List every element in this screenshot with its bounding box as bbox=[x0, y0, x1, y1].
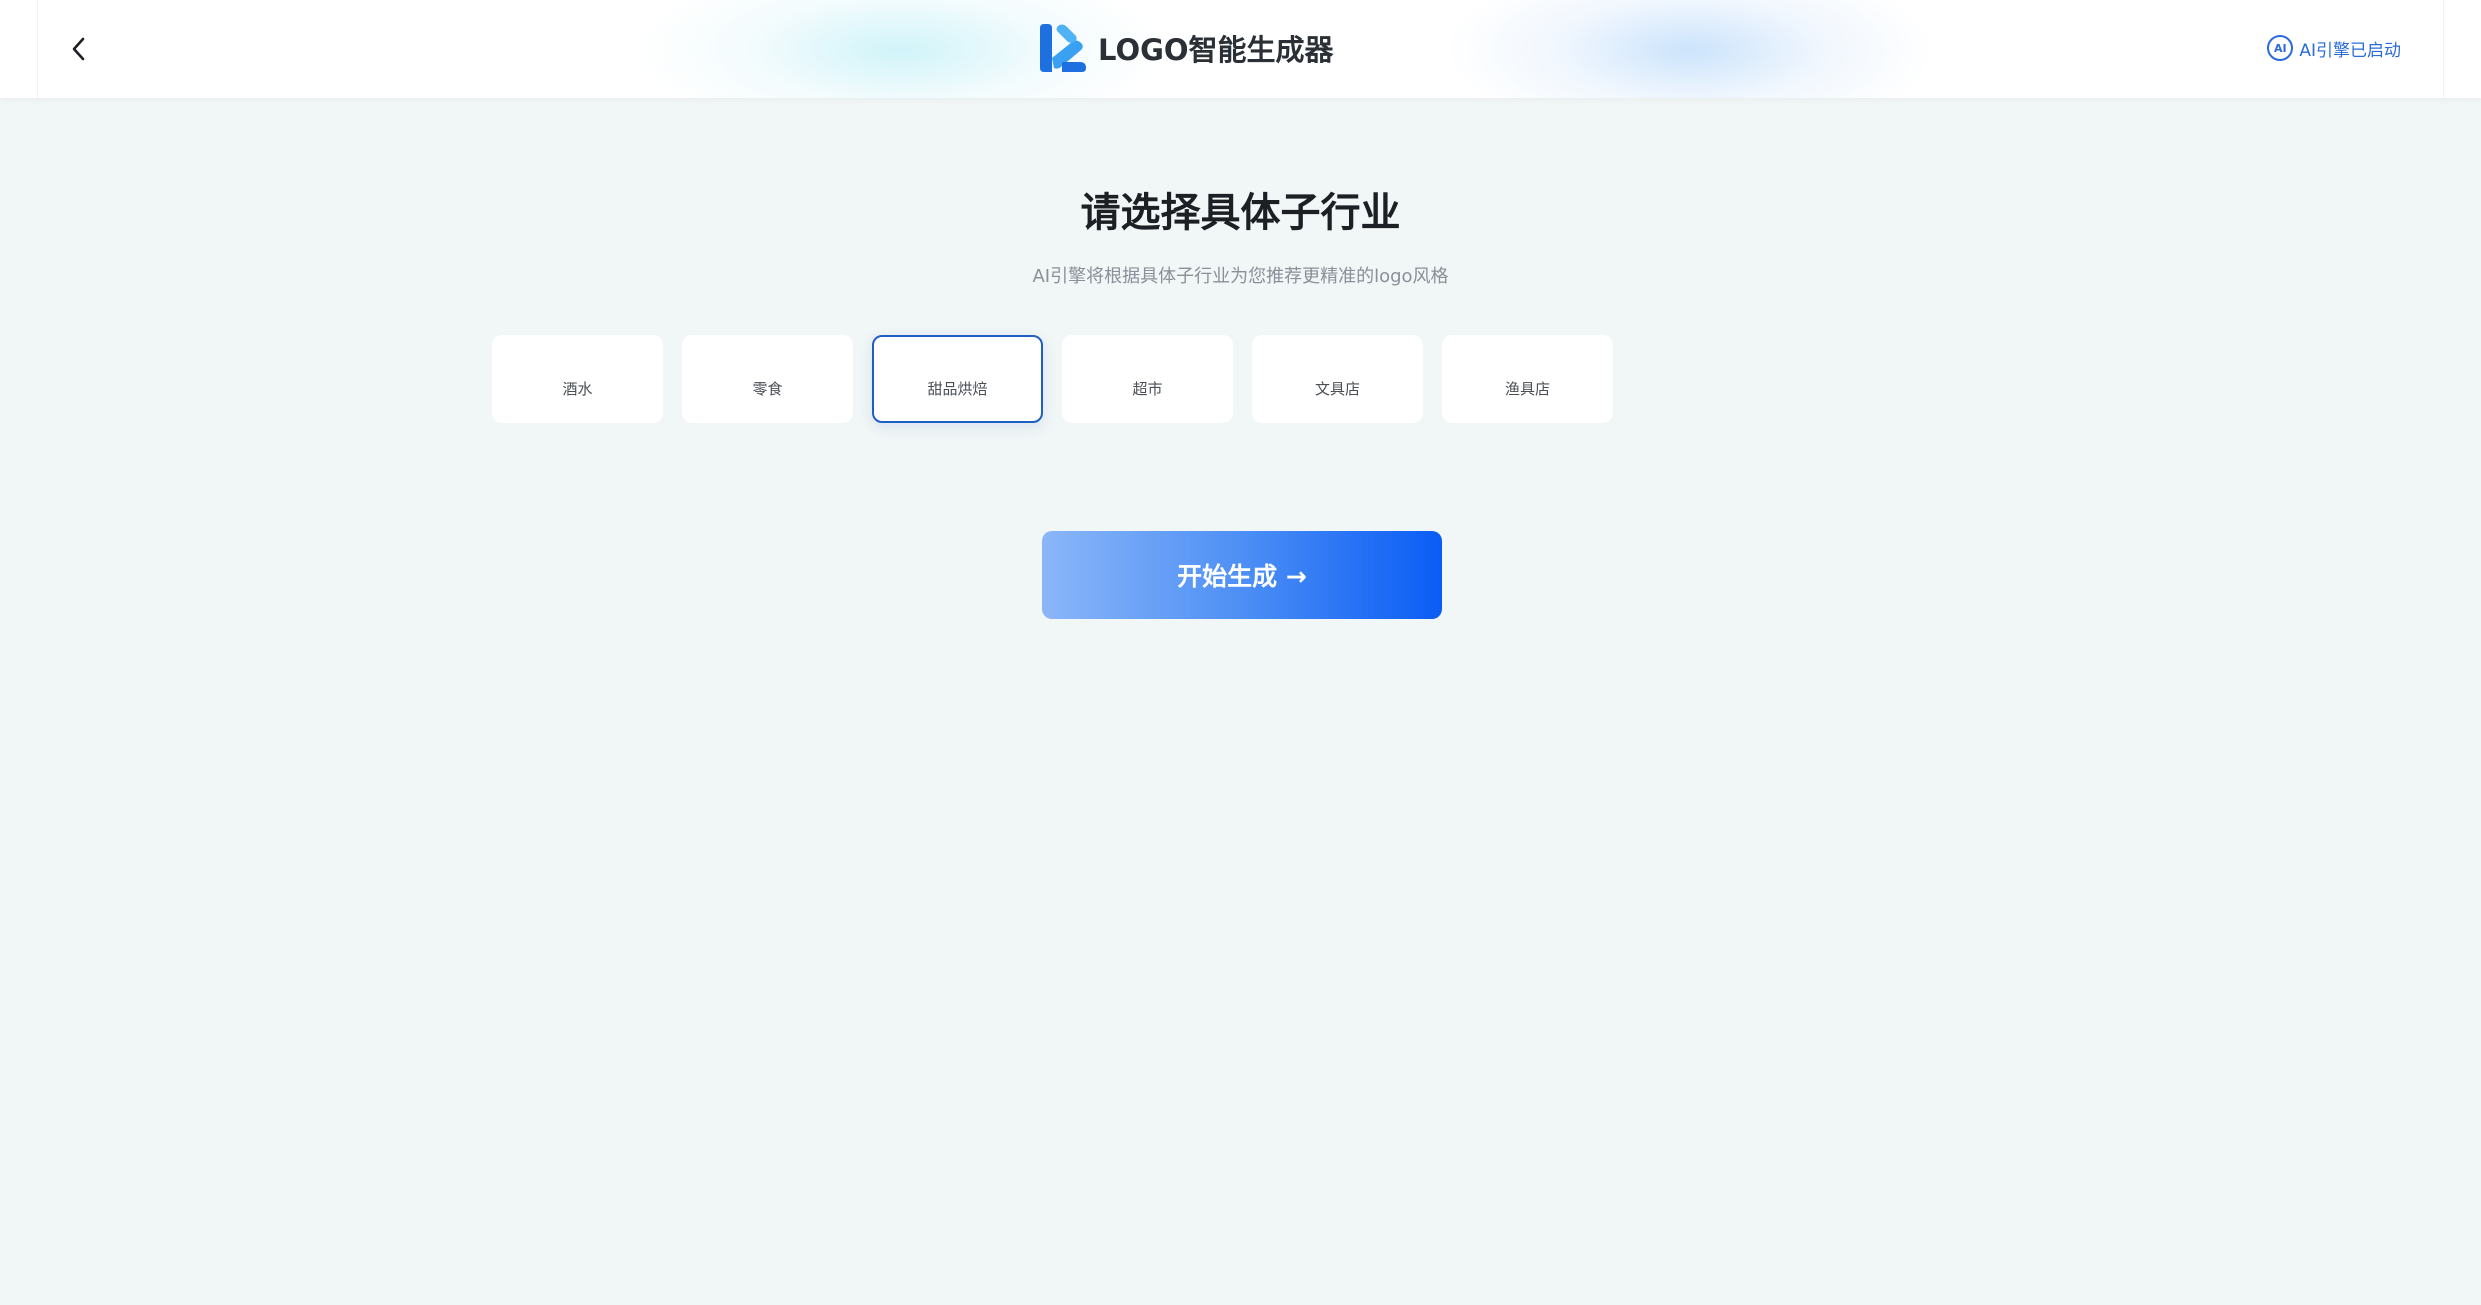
top-bar: LOGO智能生成器 AI AI引擎已启动 bbox=[0, 0, 2481, 98]
option-label: 酒水 bbox=[562, 379, 593, 398]
page-title: 请选择具体子行业 bbox=[1080, 190, 1401, 236]
header-glow-right bbox=[1450, 0, 1930, 98]
option-card[interactable]: 酒水 bbox=[492, 335, 663, 423]
logo-mark-icon bbox=[1040, 24, 1086, 72]
start-generate-button[interactable]: 开始生成 → bbox=[1042, 531, 1442, 619]
option-label: 超市 bbox=[1132, 379, 1163, 398]
chevron-left-icon bbox=[72, 37, 85, 61]
option-card-selected[interactable]: 甜品烘焙 bbox=[872, 335, 1043, 423]
ai-status-label: AI引擎已启动 bbox=[2299, 40, 2401, 61]
option-label: 文具店 bbox=[1314, 379, 1360, 398]
option-label: 渔具店 bbox=[1504, 379, 1550, 398]
page-subtitle: AI引擎将根据具体子行业为您推荐更精准的logo风格 bbox=[1032, 266, 1449, 287]
option-label: 零食 bbox=[752, 379, 783, 398]
option-card[interactable]: 超市 bbox=[1062, 335, 1233, 423]
sub-industry-options: 酒水 零食 甜品烘焙 超市 文具店 渔具店 bbox=[492, 335, 1613, 423]
option-card[interactable]: 零食 bbox=[682, 335, 853, 423]
option-card[interactable]: 文具店 bbox=[1252, 335, 1423, 423]
header-divider-left bbox=[37, 0, 38, 98]
option-card[interactable]: 渔具店 bbox=[1442, 335, 1613, 423]
ai-engine-status[interactable]: AI AI引擎已启动 bbox=[2267, 33, 2401, 63]
back-button[interactable] bbox=[62, 30, 96, 68]
ai-badge-icon: AI bbox=[2267, 35, 2294, 61]
option-label: 甜品烘焙 bbox=[927, 379, 988, 398]
brand-logo: LOGO智能生成器 bbox=[1036, 20, 1334, 76]
header-divider-right bbox=[2443, 0, 2444, 98]
brand-name: LOGO智能生成器 bbox=[1098, 33, 1334, 67]
